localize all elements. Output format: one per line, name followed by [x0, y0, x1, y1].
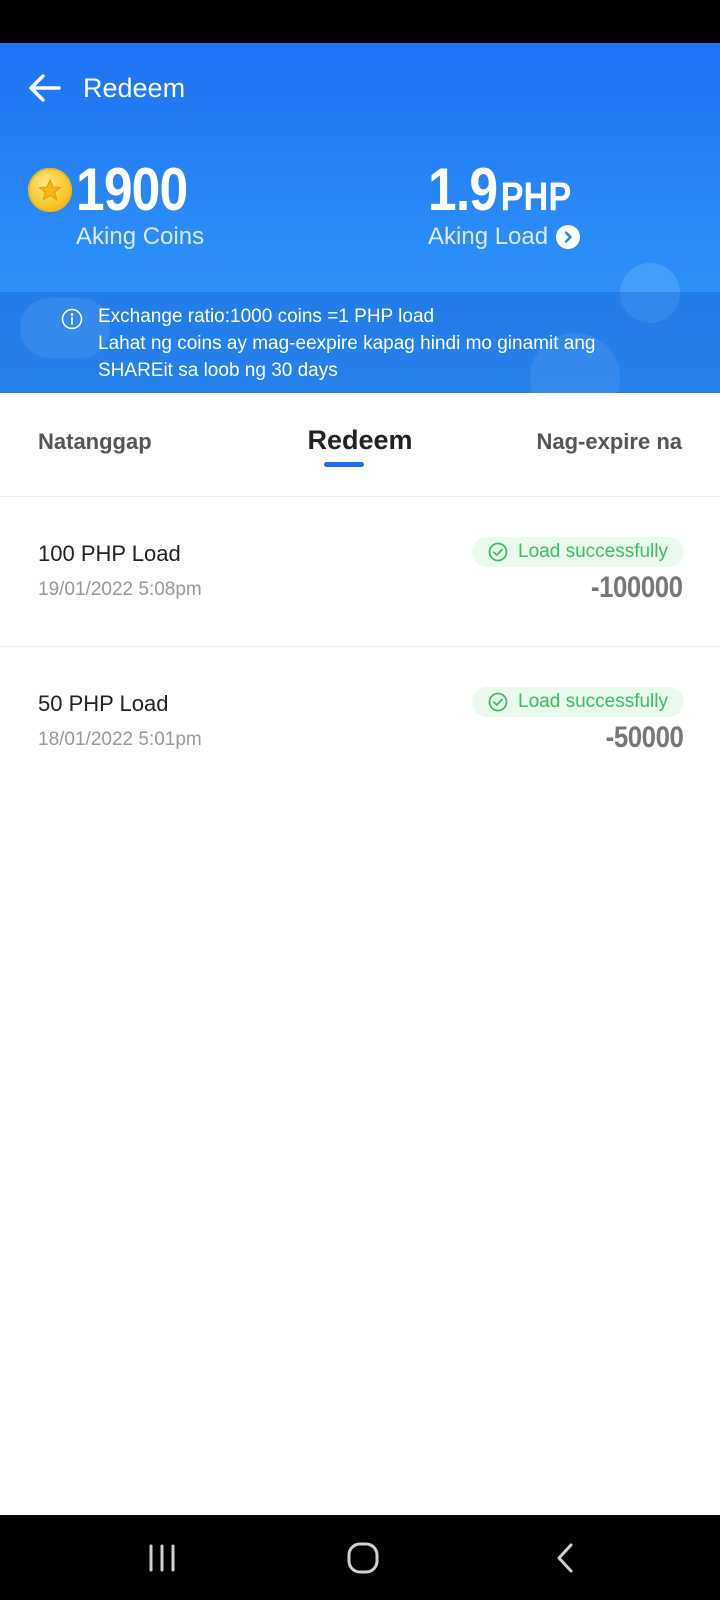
chevron-right-circle-icon: [556, 225, 581, 249]
home-icon: [347, 1542, 379, 1573]
status-badge: Load successfully: [472, 537, 684, 567]
load-unit: PHP: [500, 175, 572, 219]
status-text: Load successfully: [518, 691, 668, 712]
back-button[interactable]: [24, 68, 64, 108]
status-bar: [0, 0, 720, 43]
list-item[interactable]: 50 PHP Load 18/01/2022 5:01pm Load succe…: [0, 647, 720, 797]
status-text: Load successfully: [518, 541, 668, 562]
info-line: SHAREit sa loob ng 30 days: [98, 360, 338, 381]
tab-bar: Natanggap Redeem Nag-expire na: [0, 393, 720, 497]
coin-icon: [28, 168, 72, 212]
item-title: 100 PHP Load: [38, 541, 181, 566]
item-date: 18/01/2022 5:01pm: [38, 729, 202, 750]
info-icon: [61, 308, 83, 330]
item-amount: -50000: [605, 721, 683, 754]
info-line: Lahat ng coins ay mag-eexpire kapag hind…: [98, 333, 596, 354]
check-circle-icon: [488, 542, 508, 562]
item-date: 19/01/2022 5:08pm: [38, 579, 202, 600]
home-button[interactable]: [303, 1515, 423, 1600]
system-nav-bar: [0, 1515, 720, 1600]
load-link[interactable]: Aking Load: [428, 223, 581, 251]
item-title: 50 PHP Load: [38, 691, 169, 716]
recent-apps-button[interactable]: [102, 1515, 222, 1600]
list-item[interactable]: 100 PHP Load 19/01/2022 5:08pm Load succ…: [0, 497, 720, 647]
recent-apps-icon: [149, 1544, 175, 1571]
coins-balance: 1900: [76, 156, 188, 223]
coins-label: Aking Coins: [76, 223, 205, 250]
load-label: Aking Load: [428, 223, 549, 250]
tab-expired[interactable]: Nag-expire na: [537, 429, 683, 455]
header: Redeem 1900 Aking Coins 1.9PHP Aking Loa…: [0, 43, 720, 393]
info-banner: Exchange ratio:1000 coins =1 PHP load La…: [0, 292, 720, 393]
redeem-list: 100 PHP Load 19/01/2022 5:08pm Load succ…: [0, 497, 720, 797]
status-badge: Load successfully: [472, 687, 684, 717]
arrow-left-icon: [29, 74, 61, 102]
info-line: Exchange ratio:1000 coins =1 PHP load: [98, 306, 435, 327]
active-tab-indicator: [324, 462, 364, 467]
nav-back-button[interactable]: [505, 1515, 625, 1600]
load-amount: 1.9: [428, 156, 498, 223]
item-amount: -100000: [591, 571, 683, 604]
page-title: Redeem: [83, 73, 186, 103]
info-text: Exchange ratio:1000 coins =1 PHP load La…: [98, 303, 595, 384]
check-circle-icon: [488, 692, 508, 712]
back-icon: [557, 1543, 573, 1572]
